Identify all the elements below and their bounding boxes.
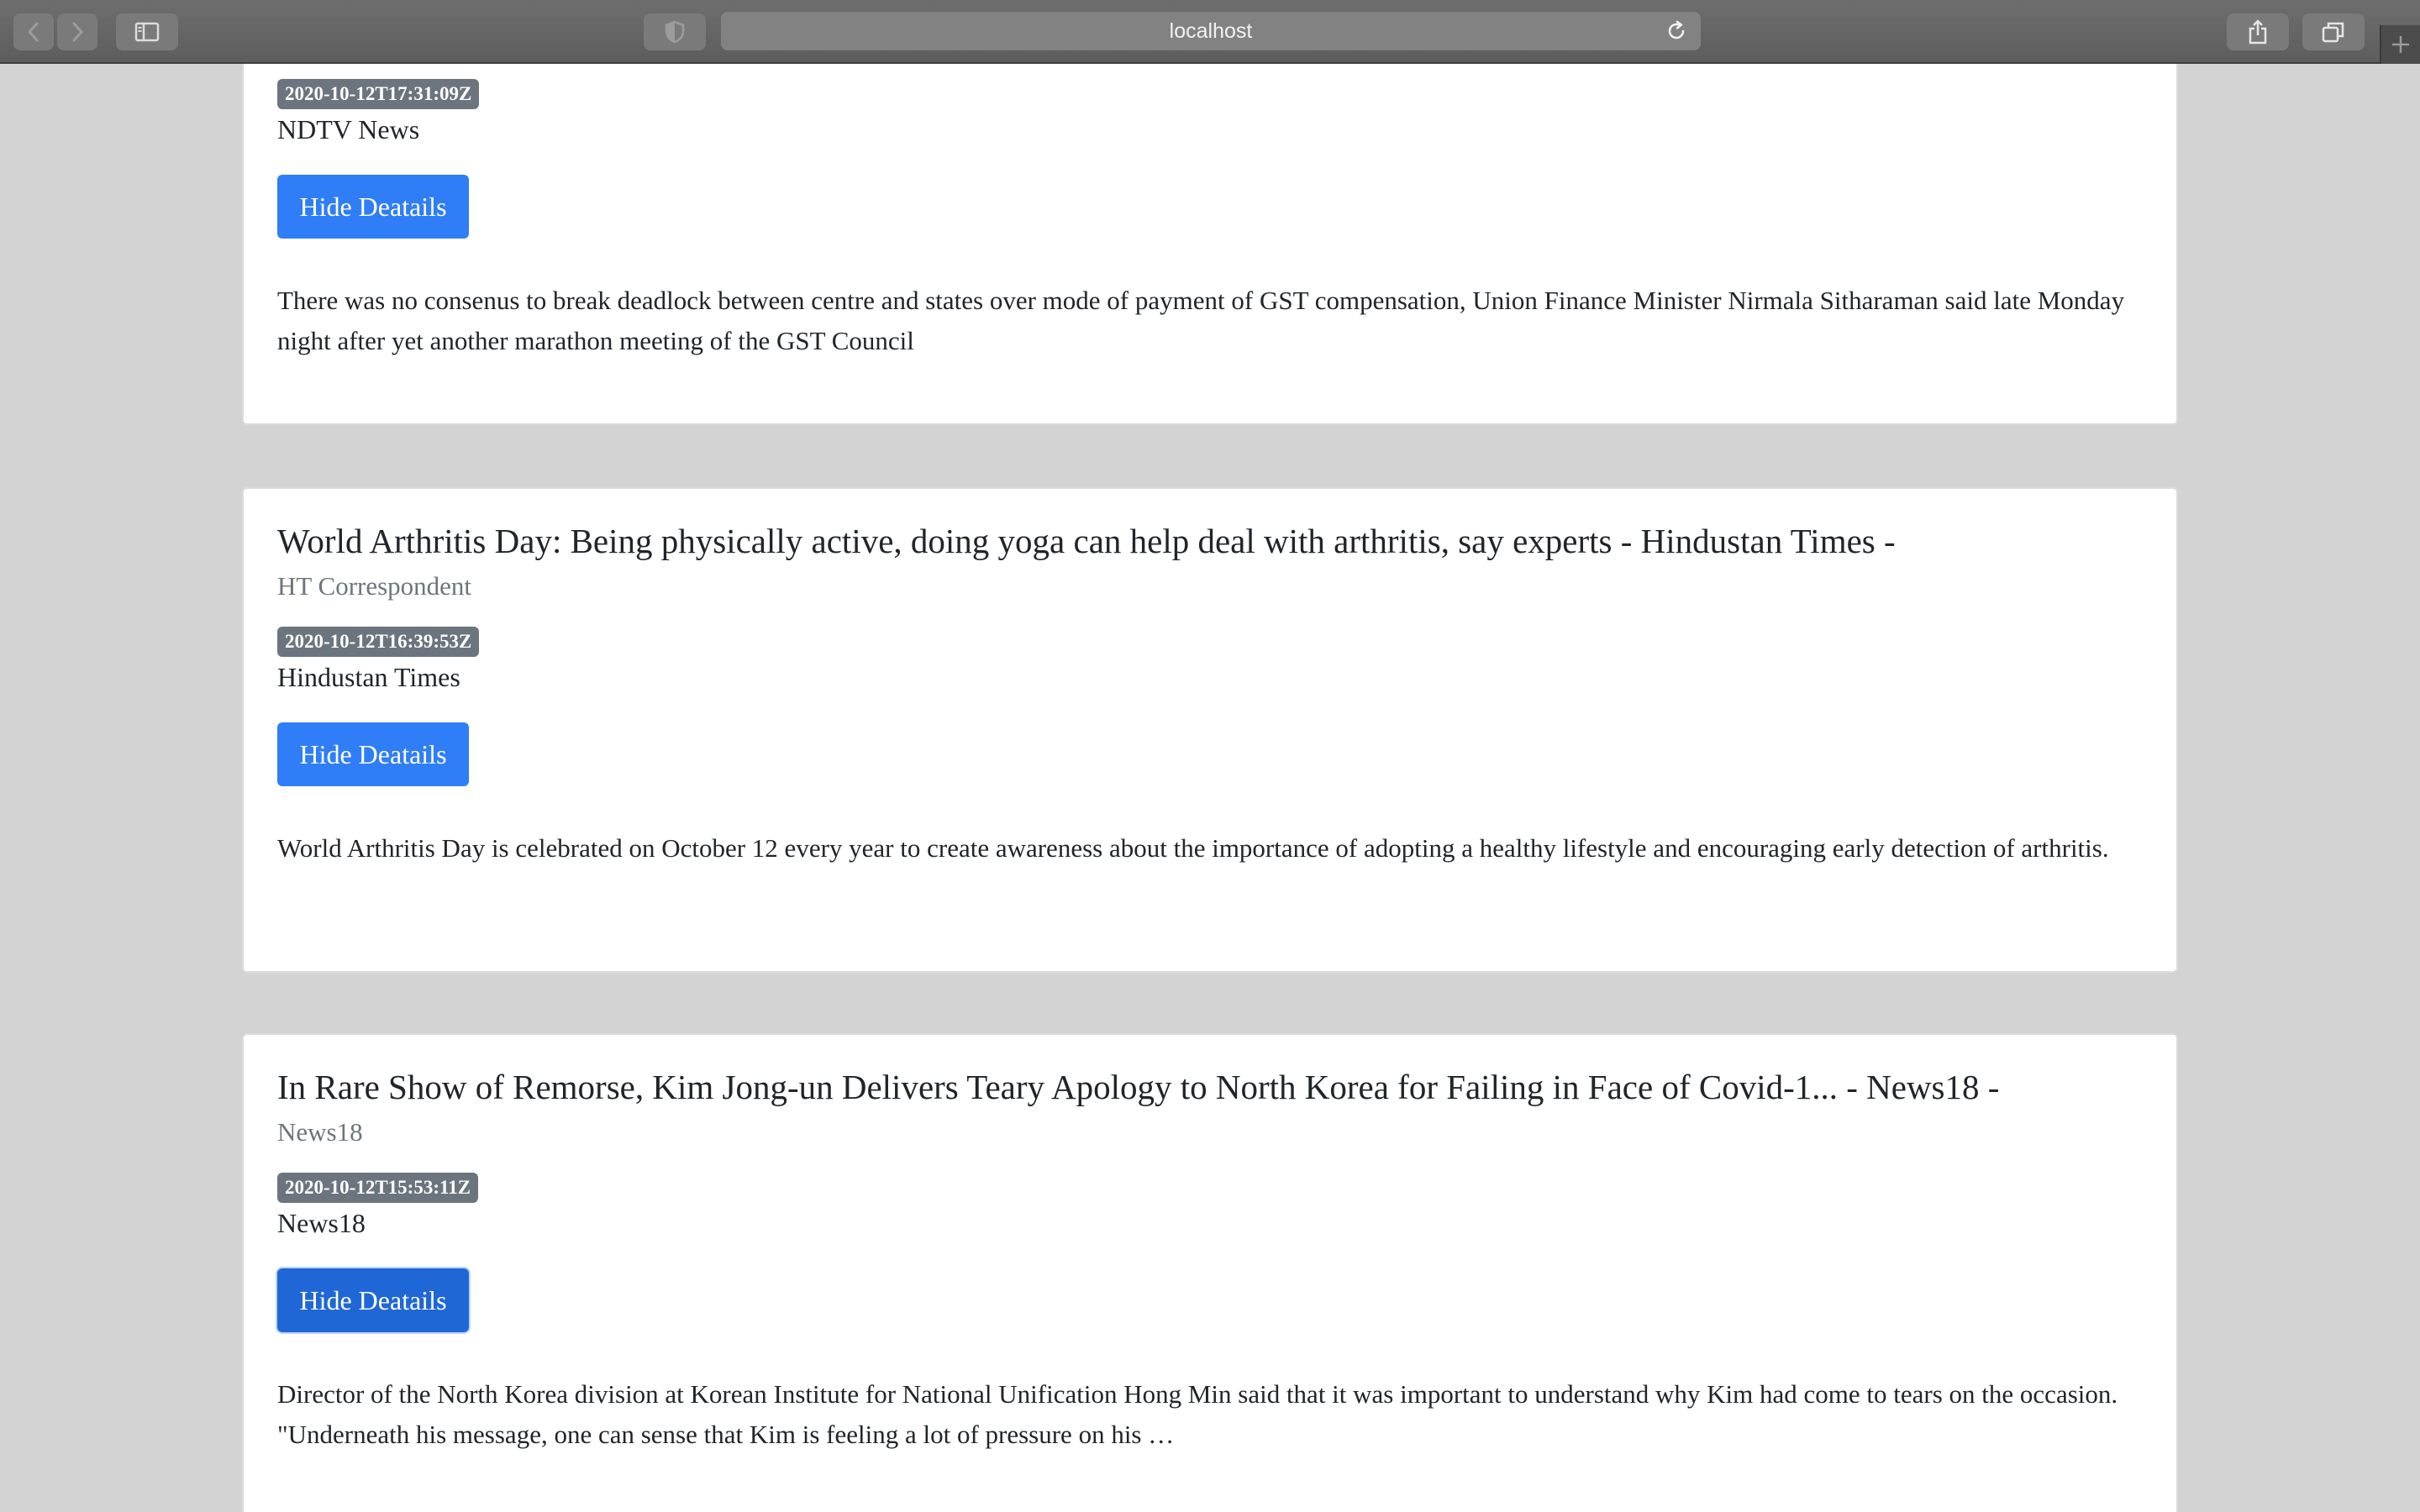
sidebar-icon xyxy=(134,22,160,42)
share-icon xyxy=(2249,19,2267,45)
browser-toolbar: localhost xyxy=(0,0,2420,64)
news-card: 2020-10-12T17:31:09Z NDTV News Hide Deat… xyxy=(242,64,2178,425)
published-date-badge: 2020-10-12T16:39:53Z xyxy=(277,627,480,657)
navigation-buttons xyxy=(13,13,97,50)
forward-button[interactable] xyxy=(57,13,97,50)
article-description: Director of the North Korea division at … xyxy=(277,1379,2118,1449)
article-author: News18 xyxy=(277,1117,363,1147)
plus-icon xyxy=(2392,36,2409,53)
published-date-badge: 2020-10-12T15:53:11Z xyxy=(277,1173,479,1203)
hide-details-button[interactable]: Hide Deatails xyxy=(277,175,469,239)
tabs-overview-button[interactable] xyxy=(2302,13,2365,50)
source-name: Hindustan Times xyxy=(277,662,460,692)
chevron-left-icon xyxy=(28,22,39,42)
reload-icon[interactable] xyxy=(1665,20,1687,42)
shield-icon xyxy=(665,20,685,44)
back-button[interactable] xyxy=(13,13,54,50)
sidebar-button[interactable] xyxy=(116,13,178,50)
new-tab-button[interactable] xyxy=(2380,25,2420,64)
article-description: There was no consenus to break deadlock … xyxy=(277,286,2125,355)
source-name: NDTV News xyxy=(277,114,420,144)
article-description: World Arthritis Day is celebrated on Oct… xyxy=(277,833,2109,863)
published-date-badge: 2020-10-12T17:31:09Z xyxy=(277,79,480,109)
hide-details-button[interactable]: Hide Deatails xyxy=(277,1268,469,1332)
article-title: In Rare Show of Remorse, Kim Jong-un Del… xyxy=(277,1068,2000,1106)
privacy-report-button[interactable] xyxy=(644,13,706,50)
source-name: News18 xyxy=(277,1208,366,1238)
hide-details-button[interactable]: Hide Deatails xyxy=(277,722,469,786)
news-card: In Rare Show of Remorse, Kim Jong-un Del… xyxy=(242,1033,2178,1512)
page-viewport: 2020-10-12T17:31:09Z NDTV News Hide Deat… xyxy=(0,64,2420,1512)
address-bar[interactable]: localhost xyxy=(721,12,1701,50)
article-author: HT Correspondent xyxy=(277,571,472,601)
tabs-overview-icon xyxy=(2322,22,2344,43)
news-card: World Arthritis Day: Being physically ac… xyxy=(242,487,2178,973)
chevron-right-icon xyxy=(72,22,83,42)
url-text: localhost xyxy=(1169,18,1253,43)
article-title: World Arthritis Day: Being physically ac… xyxy=(277,522,1896,560)
share-button[interactable] xyxy=(2227,13,2289,50)
